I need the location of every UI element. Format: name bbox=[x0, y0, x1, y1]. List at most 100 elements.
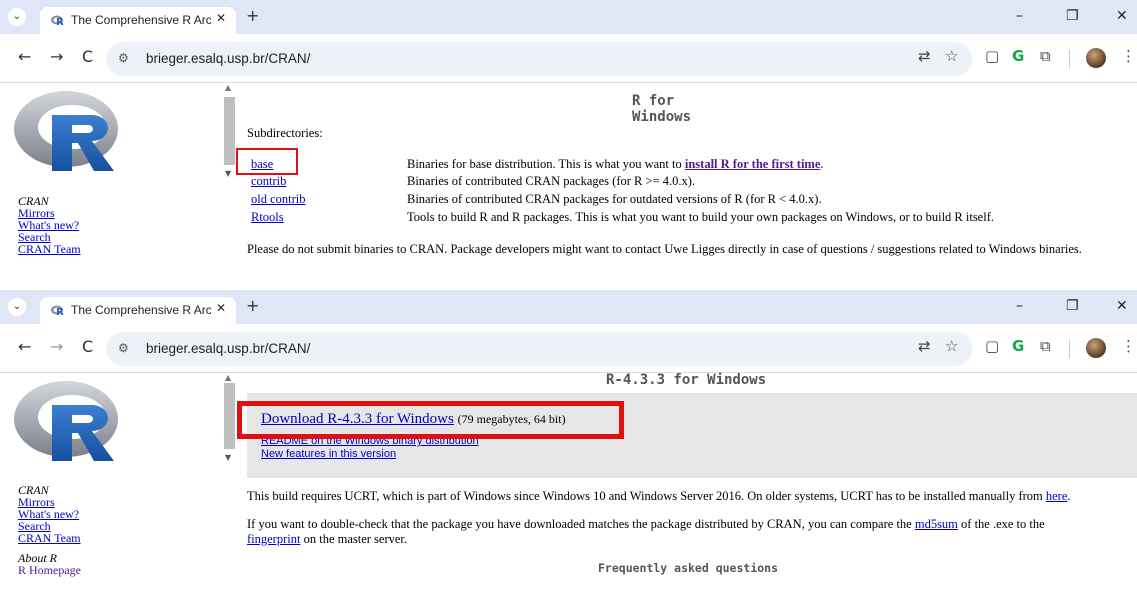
r-favicon-icon: R bbox=[51, 305, 64, 317]
r-logo bbox=[14, 381, 118, 461]
minimize-button[interactable]: – bbox=[1016, 298, 1023, 314]
reading-list-icon[interactable]: ▢ bbox=[985, 337, 999, 355]
base-desc: Binaries for base distribution. This is … bbox=[407, 157, 685, 171]
close-window-button[interactable]: ✕ bbox=[1116, 8, 1128, 24]
address-bar[interactable]: ⚙ brieger.esalq.usp.br/CRAN/ bbox=[106, 42, 972, 76]
sidebar-link-cran-team[interactable]: CRAN Team bbox=[18, 243, 81, 255]
new-tab-button[interactable]: + bbox=[246, 296, 259, 315]
faq-heading: Frequently asked questions bbox=[598, 561, 779, 575]
svg-text:R: R bbox=[56, 17, 64, 27]
dir-row-contrib: contrib Binaries of contributed CRAN pac… bbox=[251, 174, 695, 189]
restore-button[interactable]: ❐ bbox=[1066, 8, 1079, 24]
browser-window-1: ⌄ R The Comprehensive R Archive N ✕ + – … bbox=[0, 0, 1137, 272]
minimize-button[interactable]: – bbox=[1016, 8, 1023, 24]
checksum-paragraph-line1: If you want to double-check that the pac… bbox=[247, 517, 1045, 532]
scroll-down-icon[interactable]: ▼ bbox=[225, 453, 231, 462]
sidebar-links-2: CRAN Mirrors What's new? Search CRAN Tea… bbox=[18, 484, 81, 576]
check-text3: on the master server. bbox=[300, 532, 408, 546]
ucrt-here-link[interactable]: here bbox=[1046, 489, 1068, 503]
sidebar-link-cran-team[interactable]: CRAN Team bbox=[18, 532, 81, 544]
profile-avatar[interactable] bbox=[1086, 48, 1106, 68]
rtools-link[interactable]: Rtools bbox=[251, 210, 284, 224]
scroll-down-icon[interactable]: ▼ bbox=[225, 169, 231, 178]
scroll-up-icon[interactable]: ▲ bbox=[225, 83, 231, 92]
ucrt-end: . bbox=[1067, 489, 1071, 503]
close-window-button[interactable]: ✕ bbox=[1116, 298, 1128, 314]
ucrt-text: This build requires UCRT, which is part … bbox=[247, 489, 1046, 503]
old-contrib-desc: Binaries of contributed CRAN packages fo… bbox=[407, 192, 822, 206]
reload-button[interactable]: C bbox=[82, 47, 93, 66]
highlight-box-base bbox=[236, 148, 298, 175]
tab-bar: ⌄ R The Comprehensive R Archive N ✕ + – … bbox=[0, 0, 1137, 34]
profile-avatar[interactable] bbox=[1086, 338, 1106, 358]
reload-button[interactable]: C bbox=[82, 337, 93, 356]
tab-search-button[interactable]: ⌄ bbox=[8, 8, 26, 26]
menu-icon[interactable]: ⋮ bbox=[1121, 337, 1136, 355]
check-text: If you want to double-check that the pac… bbox=[247, 517, 915, 531]
tab-close-icon[interactable]: ✕ bbox=[216, 301, 226, 315]
page-title: R for Windows bbox=[632, 93, 692, 125]
tab-search-button[interactable]: ⌄ bbox=[8, 298, 26, 316]
browser-window-2: ⌄ R The Comprehensive R Archive N ✕ + – … bbox=[0, 290, 1137, 591]
svg-text:R: R bbox=[56, 307, 64, 317]
dir-row-rtools: Rtools Tools to build R and R packages. … bbox=[251, 210, 994, 225]
reading-list-icon[interactable]: ▢ bbox=[985, 47, 999, 65]
forward-button[interactable]: → bbox=[50, 337, 63, 356]
r-logo bbox=[14, 91, 118, 171]
extensions-icon[interactable]: ⧉ bbox=[1040, 337, 1051, 355]
old-contrib-link[interactable]: old contrib bbox=[251, 192, 306, 206]
address-toolbar: ← → C ⚙ brieger.esalq.usp.br/CRAN/ ⇄ ☆ ▢… bbox=[0, 34, 1137, 83]
translate-icon[interactable]: ⇄ bbox=[918, 47, 931, 65]
url-text[interactable]: brieger.esalq.usp.br/CRAN/ bbox=[146, 51, 310, 66]
ucrt-paragraph: This build requires UCRT, which is part … bbox=[247, 489, 1071, 504]
scroll-thumb[interactable] bbox=[224, 383, 235, 449]
sidebar-scrollbar-2[interactable]: ▲ ▼ bbox=[222, 373, 237, 465]
grammarly-icon[interactable]: G bbox=[1012, 337, 1024, 355]
translate-icon[interactable]: ⇄ bbox=[918, 337, 931, 355]
new-features-link[interactable]: New features in this version bbox=[261, 448, 479, 461]
tab-title: The Comprehensive R Archive N bbox=[71, 303, 211, 317]
back-button[interactable]: ← bbox=[18, 337, 31, 356]
install-r-link[interactable]: install R for the first time bbox=[685, 157, 821, 171]
new-tab-button[interactable]: + bbox=[246, 6, 259, 25]
screenshot-gap bbox=[0, 272, 1137, 290]
rtools-desc: Tools to build R and R packages. This is… bbox=[407, 210, 994, 224]
base-desc-end: . bbox=[820, 157, 824, 171]
check-text2: of the .exe to the bbox=[957, 517, 1045, 531]
back-button[interactable]: ← bbox=[18, 47, 31, 66]
extensions-icon[interactable]: ⧉ bbox=[1040, 47, 1051, 65]
checksum-paragraph-line2: fingerprint on the master server. bbox=[247, 532, 407, 547]
contrib-desc: Binaries of contributed CRAN packages (f… bbox=[407, 174, 695, 188]
dir-row-old-contrib: old contrib Binaries of contributed CRAN… bbox=[251, 192, 822, 207]
address-bar[interactable]: ⚙ brieger.esalq.usp.br/CRAN/ bbox=[106, 332, 972, 366]
active-tab[interactable]: R The Comprehensive R Archive N ✕ bbox=[40, 297, 236, 324]
bookmark-star-icon[interactable]: ☆ bbox=[945, 337, 958, 355]
bookmark-star-icon[interactable]: ☆ bbox=[945, 47, 958, 65]
url-text[interactable]: brieger.esalq.usp.br/CRAN/ bbox=[146, 341, 310, 356]
restore-button[interactable]: ❐ bbox=[1066, 298, 1079, 314]
subdirectories-label: Subdirectories: bbox=[247, 126, 323, 140]
scroll-up-icon[interactable]: ▲ bbox=[225, 373, 231, 382]
scroll-thumb[interactable] bbox=[224, 97, 235, 165]
active-tab[interactable]: R The Comprehensive R Archive N ✕ bbox=[40, 7, 236, 34]
site-info-icon[interactable]: ⚙ bbox=[118, 51, 129, 65]
tab-bar: ⌄ R The Comprehensive R Archive N ✕ + – … bbox=[0, 290, 1137, 324]
tab-close-icon[interactable]: ✕ bbox=[216, 11, 226, 25]
sidebar-scrollbar-1[interactable]: ▲ ▼ bbox=[222, 83, 237, 183]
site-info-icon[interactable]: ⚙ bbox=[118, 341, 129, 355]
highlight-box-download bbox=[237, 401, 624, 439]
r-favicon-icon: R bbox=[51, 15, 64, 27]
page-title: R-4.3.3 for Windows bbox=[606, 372, 767, 388]
tab-title: The Comprehensive R Archive N bbox=[71, 13, 211, 27]
md5sum-link[interactable]: md5sum bbox=[915, 517, 958, 531]
sidebar-link-r-homepage[interactable]: R Homepage bbox=[18, 564, 81, 576]
sidebar-links-1: CRAN Mirrors What's new? Search CRAN Tea… bbox=[18, 195, 81, 255]
address-toolbar: ← → C ⚙ brieger.esalq.usp.br/CRAN/ ⇄ ☆ ▢… bbox=[0, 324, 1137, 373]
contrib-link[interactable]: contrib bbox=[251, 174, 286, 188]
toolbar-separator bbox=[1069, 340, 1070, 358]
fingerprint-link[interactable]: fingerprint bbox=[247, 532, 300, 546]
forward-button[interactable]: → bbox=[50, 47, 63, 66]
grammarly-icon[interactable]: G bbox=[1012, 47, 1024, 65]
menu-icon[interactable]: ⋮ bbox=[1121, 47, 1136, 65]
toolbar-separator bbox=[1069, 50, 1070, 68]
